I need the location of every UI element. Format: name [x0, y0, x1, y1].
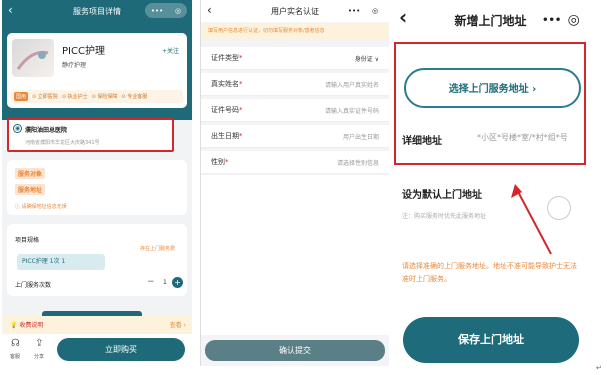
- mini-capsule[interactable]: ••• ◎: [342, 3, 384, 18]
- field-label: 真实姓名*: [211, 80, 243, 88]
- count-label: 上门服务次数: [15, 282, 52, 289]
- annotation-arrow: [511, 184, 552, 255]
- feature-3: ⊙ 专业客服: [121, 94, 148, 100]
- default-label: 设为默认上门地址: [402, 190, 482, 201]
- page-title: 服务项目详情: [73, 6, 121, 16]
- address-warning: ⓘ 请确保地址信息无误: [15, 204, 67, 210]
- more-icon[interactable]: •••: [348, 7, 360, 15]
- field-value[interactable]: 身份证 ∨: [355, 54, 379, 63]
- field-label: 性别*: [211, 158, 229, 166]
- close-target-icon[interactable]: ◎: [568, 12, 580, 28]
- hospital-card[interactable]: ◉ 濮阳油田总医院 河南省濮阳市华龙区大庆路341号: [7, 118, 174, 152]
- plus-button[interactable]: +: [172, 277, 183, 288]
- field-label: 出生日期*: [211, 132, 243, 140]
- service-card: PICC护理 +关注 静疗护理 国用 ⊙ 立即医院 ⊙ 执业护士 ⊙ 保险保障 …: [7, 33, 187, 108]
- field-id-number[interactable]: 证件号码* 请输入真实证件号码: [201, 99, 389, 122]
- back-icon[interactable]: ‹: [8, 3, 13, 17]
- back-icon[interactable]: ‹: [207, 3, 212, 17]
- hospital-name: 濮阳油田总医院: [25, 127, 68, 134]
- mini-capsule[interactable]: ••• ◎: [145, 3, 187, 18]
- page-title: 用户实名认证: [271, 6, 319, 16]
- feature-0: ⊙ 立即医院: [32, 94, 58, 100]
- spec-fee-link[interactable]: 存在上门服务费: [140, 245, 175, 252]
- page-title: 新增上门地址: [454, 13, 527, 28]
- mini-capsule[interactable]: ••• ◎: [539, 10, 583, 30]
- return-mark: ↵: [596, 364, 602, 372]
- nav-service-label[interactable]: 客服: [10, 353, 20, 360]
- navbar: ‹ 新增上门地址 ••• ◎: [393, 0, 588, 40]
- detail-label: 详细地址: [402, 136, 442, 147]
- picc-image-icon: [16, 50, 49, 70]
- navbar: ‹ 用户实名认证 ••• ◎: [201, 0, 389, 22]
- field-id-type[interactable]: 证件类型* 身份证 ∨: [201, 47, 389, 70]
- service-chat-icon[interactable]: ☊: [11, 338, 20, 349]
- warning-text: 请选择准确的上门服务地址。地址不准可能导致护士无法准时上门服务。: [402, 262, 577, 283]
- close-target-icon[interactable]: ◎: [175, 7, 181, 15]
- hospital-icon: ◉: [13, 124, 22, 133]
- spec-label: 项目规格: [15, 237, 40, 244]
- field-placeholder[interactable]: 请选择性别信息: [337, 158, 379, 167]
- select-address-button[interactable]: 选择上门服务地址 ›: [404, 68, 581, 108]
- default-note: 注：购买服务时优先此服务地址: [402, 213, 487, 220]
- more-icon[interactable]: •••: [151, 7, 163, 15]
- service-name: PICC护理: [62, 46, 105, 57]
- spec-card: 项目规格 存在上门服务费 PICC护理 1次 1 上门服务次数 − 1 +: [7, 224, 187, 296]
- field-gender[interactable]: 性别* 请选择性别信息: [201, 151, 389, 174]
- feature-2: ⊙ 保险保障: [91, 94, 118, 100]
- nav-share-label[interactable]: 分享: [34, 353, 44, 360]
- service-subtitle: 静疗护理: [62, 62, 87, 69]
- fee-label: 💡 收费说明: [10, 322, 44, 329]
- field-birthdate[interactable]: 出生日期* 用户出生日期: [201, 125, 389, 148]
- form-filler: [201, 175, 389, 335]
- hospital-address: 河南省濮阳市华龙区大庆路341号: [25, 140, 100, 146]
- follow-button[interactable]: +关注: [162, 46, 179, 55]
- service-detail-screen: ‹ 服务项目详情 ••• ◎ PICC护理 +关注 静疗护理 国用 ⊙ 立即医院 …: [2, 0, 192, 372]
- minus-button[interactable]: −: [147, 277, 155, 287]
- feature-1: ⊙ 执业护士: [61, 94, 88, 100]
- target-card: 服务对象 服务地址 ⓘ 请确保地址信息无误: [7, 160, 187, 215]
- field-label: 证件类型*: [211, 54, 243, 62]
- field-label: 证件号码*: [211, 106, 243, 114]
- buy-now-button[interactable]: 立即购买: [57, 338, 185, 361]
- save-address-button[interactable]: 保存上门地址: [403, 317, 579, 363]
- fee-bar[interactable]: 💡 收费说明 查看 ›: [4, 316, 192, 333]
- fee-link[interactable]: 查看 ›: [170, 320, 186, 329]
- back-icon[interactable]: ‹: [399, 5, 407, 29]
- submit-button[interactable]: 确认提交: [205, 340, 385, 361]
- notice-banner: 填写用户信息进行认证，切勿填写服务对象/患者信息: [201, 23, 389, 40]
- count-value: 1: [163, 279, 167, 286]
- service-thumbnail: [12, 39, 54, 77]
- detail-input[interactable]: *小区*号楼*室/*村*组*号: [477, 132, 568, 143]
- field-placeholder[interactable]: 请输入真实证件号码: [325, 106, 379, 115]
- bottom-bar: ☊ 客服 ⇪ 分享 立即购买: [2, 334, 192, 372]
- spec-chip[interactable]: PICC护理 1次 1: [17, 254, 105, 270]
- add-address-screen: ‹ 新增上门地址 ••• ◎ 选择上门服务地址 › 详细地址 *小区*号楼*室/*…: [393, 0, 588, 370]
- field-placeholder[interactable]: 用户出生日期: [343, 132, 379, 141]
- feature-strip: 国用 ⊙ 立即医院 ⊙ 执业护士 ⊙ 保险保障 ⊙ 专业客服: [11, 90, 183, 103]
- close-target-icon[interactable]: ◎: [372, 7, 378, 15]
- guarantee-badge: 国用: [14, 92, 29, 101]
- field-real-name[interactable]: 真实姓名* 请输入用户真实姓名: [201, 73, 389, 96]
- navbar: ‹ 服务项目详情 ••• ◎: [2, 0, 192, 22]
- share-icon[interactable]: ⇪: [35, 338, 43, 349]
- field-placeholder[interactable]: 请输入用户真实姓名: [325, 80, 379, 89]
- tag-service-address[interactable]: 服务地址: [15, 184, 46, 195]
- tag-service-target[interactable]: 服务对象: [15, 168, 46, 179]
- real-name-screen: ‹ 用户实名认证 ••• ◎ 填写用户信息进行认证，切勿填写服务对象/患者信息 证…: [200, 0, 389, 366]
- more-icon[interactable]: •••: [542, 15, 561, 26]
